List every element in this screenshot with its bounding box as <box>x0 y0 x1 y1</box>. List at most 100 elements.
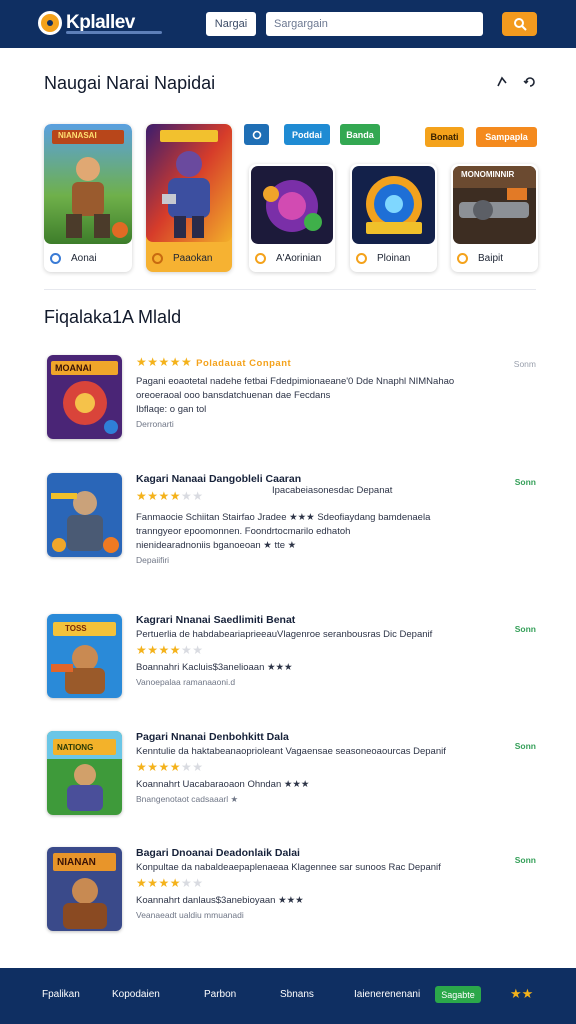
list-item[interactable]: TOSS Kagrari Nnanai Saedlimiti Benat Per… <box>47 614 536 698</box>
featured-card[interactable]: A'Aorinian <box>249 164 335 272</box>
item-subtext: Bnangenotaot cadsaaarl ★ <box>136 794 239 804</box>
item-description: Pagani eoaotetal nadehe fetbai Fdedpimio… <box>136 376 455 387</box>
coin-icon <box>152 252 163 264</box>
thumb-banner: NIANAN <box>57 857 96 868</box>
search-button[interactable] <box>502 12 537 36</box>
footer-link[interactable]: Kopodaien <box>112 989 160 1000</box>
logo-mark-icon <box>38 11 62 35</box>
featured-card[interactable]: NIANASAI Aonai <box>44 124 132 272</box>
item-subtext: Vanoepalaa ramanaaoni.d <box>136 677 236 687</box>
item-description-line: Koannahrt danlaus$3anebioyaan ★★★ <box>136 895 304 906</box>
footer-link[interactable]: Fpalikan <box>42 989 80 1000</box>
item-tag: Sonn <box>514 855 536 865</box>
chip-sampapla[interactable]: Sampapla <box>476 127 537 147</box>
footer-green-button[interactable]: Sagabte <box>435 986 481 1003</box>
card-footer: Baipit <box>451 244 538 272</box>
list-item[interactable]: NIANAN Bagari Dnoanai Deadonlaik Dalai K… <box>47 847 536 931</box>
item-body: ★★★★★ Poladauat Conpant Pagani eoaotetal… <box>136 355 506 429</box>
item-body: Kagrari Nnanai Saedlimiti Benat Pertuerl… <box>136 614 506 687</box>
footer-bar: Fpalikan Kopodaien Parbon Sbnans Iaiener… <box>0 968 576 1024</box>
logo[interactable]: Kplallev <box>38 11 162 35</box>
footer-link[interactable]: Parbon <box>204 989 236 1000</box>
item-description-line: Boannahri Kacluis$3anelioaan ★★★ <box>136 662 293 673</box>
game-art-image <box>251 166 333 244</box>
card-footer: Paaokan <box>146 244 232 272</box>
list-item[interactable]: NATIONG Pagari Nnanai Denbohkitt Dala Ke… <box>47 731 536 815</box>
item-description: Konpultae da nabaldeaepaplenaeaa Klagenn… <box>136 862 441 873</box>
item-description-line: Ibflaqe: o gan tol <box>136 404 207 415</box>
coin-icon <box>356 252 367 264</box>
list-title: Fiqalaka1A Mlald <box>44 307 182 327</box>
filter-icon-chip[interactable] <box>244 124 269 145</box>
coin-icon <box>255 252 266 264</box>
card-label: Ploinan <box>377 252 411 264</box>
item-subtext: Depaiifiri <box>136 555 170 565</box>
item-description-line: oreoeraoal ooo bansdatchuenan dae Fecdan… <box>136 390 331 401</box>
game-art-image <box>146 124 232 242</box>
item-description-line: tranngyeor epoomonnen. Foondrtocmarilo e… <box>136 526 351 537</box>
game-art-image <box>44 124 132 244</box>
game-thumbnail <box>47 473 122 557</box>
item-description: Fanmaocie Schiitan Stairfao Jradee ★★★ S… <box>136 512 431 523</box>
rating-stars: ★★★★★ Poladauat Conpant <box>136 355 292 369</box>
item-tag: Sonn <box>514 741 536 751</box>
share-icon[interactable] <box>494 74 510 90</box>
item-title: Bagari Dnoanai Deadonlaik Dalai <box>136 847 300 859</box>
chip-banda[interactable]: Banda <box>340 124 380 145</box>
search-icon <box>513 18 527 31</box>
footer-link[interactable]: Iaienerenenani <box>354 989 420 1000</box>
game-thumbnail: NIANAN <box>47 847 122 931</box>
rating-stars: ★★★★★★ <box>136 876 204 890</box>
item-body: Pagari Nnanai Denbohkitt Dala Kenntulie … <box>136 731 506 805</box>
nav-button[interactable]: Nargai <box>206 12 256 36</box>
featured-card[interactable]: MONOMINNIR Baipit <box>451 164 538 272</box>
rating-stars: ★★★★★★ <box>136 760 204 774</box>
item-title: Poladauat Conpant <box>196 358 292 369</box>
refresh-icon[interactable] <box>522 74 538 90</box>
featured-title: Naugai Narai Napidai <box>44 73 216 93</box>
item-description: Pertuerlia de habdabeariaprieeauVlagenro… <box>136 629 433 640</box>
footer-stars: ★★ <box>510 986 534 1001</box>
item-description-line: nienidearadnoniis bganoeoan ★ tte ★ <box>136 540 297 551</box>
item-subtext: Derronarti <box>136 419 174 429</box>
list-item[interactable]: Kagari Nanaai Dangobleli Caaran ★★★★★★ F… <box>47 473 536 565</box>
featured-card[interactable]: Ploinan <box>350 164 437 272</box>
logo-text: Kplallev <box>66 12 135 33</box>
chip-bonati[interactable]: Bonati <box>425 127 464 147</box>
footer-link[interactable]: Sbnans <box>280 989 314 1000</box>
gear-icon <box>252 130 261 139</box>
card-banner: NIANASAI <box>58 131 97 140</box>
card-label: Aonai <box>71 252 97 264</box>
rating-stars: ★★★★★★ <box>136 643 204 657</box>
game-thumbnail: NATIONG <box>47 731 122 815</box>
top-bar: Kplallev Nargai <box>0 0 576 48</box>
item-title: Kagrari Nnanai Saedlimiti Benat <box>136 614 296 626</box>
card-label: Baipit <box>478 252 504 264</box>
search-input[interactable] <box>266 12 483 36</box>
card-label: Paaokan <box>173 252 213 264</box>
card-footer: A'Aorinian <box>249 244 335 272</box>
item-title: Pagari Nnanai Denbohkitt Dala <box>136 731 289 743</box>
item-title: Kagari Nanaai Dangobleli Caaran <box>136 473 302 485</box>
thumb-banner: MOANAI <box>55 363 92 373</box>
featured-card-highlighted[interactable]: Paaokan <box>146 124 232 272</box>
divider <box>44 289 536 290</box>
item-side-note: Ipacabeiasonesdac Depanat <box>272 485 393 496</box>
chip-poddai[interactable]: Poddai <box>284 124 330 145</box>
item-description: Kenntulie da haktabeanaoprioleant Vagaen… <box>136 746 446 757</box>
item-tag: Sonn <box>514 477 536 487</box>
item-tag: Sonn <box>514 624 536 634</box>
thumb-banner: NATIONG <box>57 743 94 752</box>
item-tag: Sonm <box>513 359 536 369</box>
item-subtext: Veanaeadt ualdiu mmuanadi <box>136 910 244 920</box>
card-banner: MONOMINNIR <box>461 170 515 179</box>
list-item[interactable]: MOANAI ★★★★★ Poladauat Conpant Pagani eo… <box>47 355 536 441</box>
item-description-line: Koannahrt Uacabaraoaon Ohndan ★★★ <box>136 779 310 790</box>
card-footer: Aonai <box>44 244 132 272</box>
game-thumbnail: TOSS <box>47 614 122 698</box>
thumb-banner: TOSS <box>65 624 87 633</box>
card-footer: Ploinan <box>350 244 437 272</box>
logo-underline <box>66 31 162 34</box>
item-body: Bagari Dnoanai Deadonlaik Dalai Konpulta… <box>136 847 506 920</box>
coin-icon <box>457 252 468 264</box>
